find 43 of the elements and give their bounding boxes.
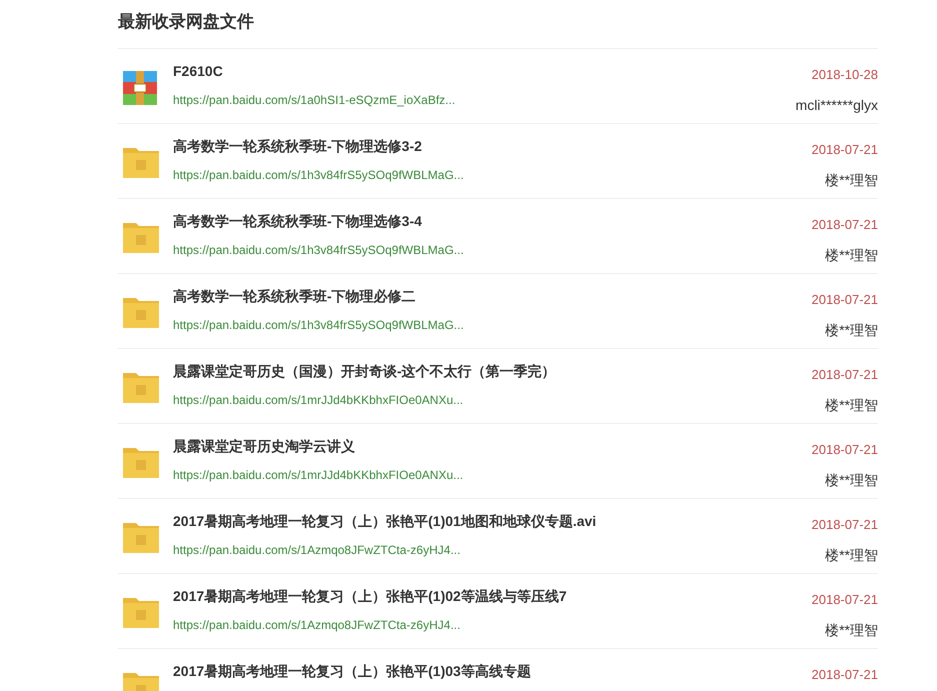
uploader-name: 楼**理智 [825,246,878,265]
file-title[interactable]: 高考数学一轮系统秋季班-下物理必修二 [173,286,416,306]
folder-icon [123,146,159,178]
folder-icon [123,521,159,553]
uploader-name: 楼**理智 [825,396,878,415]
date-text: 2018-07-21 [812,141,878,159]
file-link[interactable]: https://pan.baidu.com/s/1Azmqo8JFwZTCta-z6yHJ4... [173,616,460,634]
date-text: 2018-07-21 [812,291,878,309]
file-title[interactable]: 晨露课堂定哥历史淘学云讲义 [173,436,355,456]
section-heading: 最新收录网盘文件 [118,11,255,33]
uploader-name: 楼**理智 [825,621,878,640]
date-text: 2018-07-21 [812,591,878,609]
date-text: 2018-07-21 [812,216,878,234]
file-link[interactable]: https://pan.baidu.com/s/1h3v84frS5ySOq9fWBLMaG... [173,166,464,184]
date-text: 2018-07-21 [812,366,878,384]
archive-icon [123,71,157,105]
file-link[interactable]: https://pan.baidu.com/s/1mrJJd4bKKbhxFIOe0ANXu... [173,391,464,409]
date-text: 2018-07-21 [812,666,878,684]
date-text: 2018-07-21 [812,441,878,459]
file-title[interactable]: 2017暑期高考地理一轮复习（上）张艳平(1)02等温线与等压线7 [173,586,567,606]
folder-icon [123,596,159,628]
folder-icon [123,371,159,403]
date-text: 2018-10-28 [812,66,878,84]
folder-icon [123,221,159,253]
file-title[interactable]: 晨露课堂定哥历史（国漫）开封奇谈-这个不太行（第一季完） [173,361,556,381]
file-title[interactable]: 2017暑期高考地理一轮复习（上）张艳平(1)03等高线专题 [173,661,531,681]
uploader-name: 楼**理智 [825,471,878,490]
folder-icon [123,446,159,478]
uploader-name: 楼**理智 [825,321,878,340]
file-link[interactable]: https://pan.baidu.com/s/1h3v84frS5ySOq9fWBLMaG... [173,241,464,259]
folder-icon [123,296,159,328]
file-link[interactable]: https://pan.baidu.com/s/1a0hSI1-eSQzmE_ioXaBfz... [173,91,456,109]
file-title[interactable]: 2017暑期高考地理一轮复习（上）张艳平(1)01地图和地球仪专题.avi [173,511,596,531]
uploader-name: 楼**理智 [825,546,878,565]
file-title[interactable]: 高考数学一轮系统秋季班-下物理选修3-2 [173,136,422,156]
uploader-name: 楼**理智 [825,171,878,190]
file-link[interactable]: https://pan.baidu.com/s/1mrJJd4bKKbhxFIOe0ANXu... [173,466,464,484]
file-title[interactable]: F2610C [173,61,223,81]
uploader-name: mcli******glyx [796,96,878,115]
file-link[interactable]: https://pan.baidu.com/s/1Azmqo8JFwZTCta-z6yHJ4... [173,541,460,559]
date-text: 2018-07-21 [812,516,878,534]
file-link[interactable]: https://pan.baidu.com/s/1h3v84frS5ySOq9fWBLMaG... [173,316,464,334]
file-title[interactable]: 高考数学一轮系统秋季班-下物理选修3-4 [173,211,422,231]
